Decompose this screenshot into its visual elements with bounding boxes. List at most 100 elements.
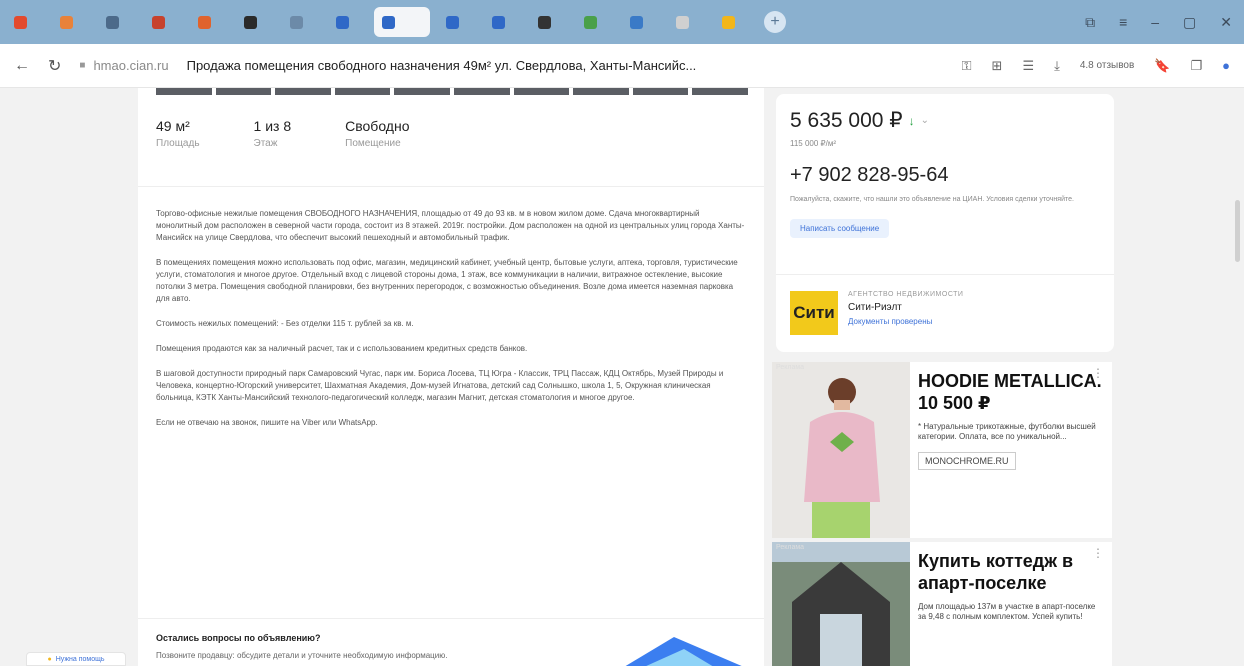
tab[interactable] — [484, 7, 522, 37]
listing-description: Торгово-офисные нежилые помещения СВОБОД… — [156, 208, 746, 442]
tab[interactable] — [438, 7, 476, 37]
profile-icon[interactable]: ● — [1222, 58, 1230, 73]
reader-icon[interactable]: ☰ — [1022, 58, 1034, 74]
tab[interactable] — [236, 7, 274, 37]
tab[interactable] — [282, 7, 320, 37]
tab-favicon-icon — [630, 15, 643, 29]
tab-strip: + ⧉ ≡ – ▢ ✕ — [0, 0, 1244, 44]
spec-area: 49 м² Площадь — [156, 118, 200, 149]
back-arrow-icon[interactable]: ← — [14, 57, 30, 75]
reload-icon[interactable]: ↻ — [48, 56, 61, 76]
menu-icon[interactable]: ≡ — [1119, 14, 1127, 31]
seller-logo: Сити — [790, 291, 838, 335]
questions-illustration — [625, 637, 742, 666]
ad-description: * Натуральные трикотажные, футболки высш… — [918, 422, 1096, 441]
tab[interactable] — [530, 7, 568, 37]
tab[interactable] — [328, 7, 366, 37]
tab[interactable] — [190, 7, 228, 37]
ad-menu-icon[interactable]: ⋮ — [1092, 366, 1104, 380]
price: 5 635 000 ₽ — [790, 109, 903, 132]
key-icon[interactable]: ⚿ — [962, 58, 972, 74]
ad-domain-button[interactable]: MONOCHROME.RU — [918, 452, 1016, 470]
tab-favicon-icon — [336, 15, 349, 29]
ad-description: Дом площадью 137м в участке в апарт-посе… — [918, 602, 1096, 621]
tab-favicon-icon — [538, 15, 551, 29]
photo-strip[interactable] — [156, 88, 748, 95]
minimize-button[interactable]: – — [1151, 14, 1159, 31]
tab[interactable] — [668, 7, 706, 37]
maximize-button[interactable]: ▢ — [1183, 14, 1196, 31]
divider — [138, 186, 764, 187]
tab-favicon-icon — [290, 15, 303, 29]
spec-label: Помещение — [345, 138, 401, 149]
spec-value: 1 из 8 — [253, 118, 292, 134]
ad-label: Реклама — [776, 544, 805, 551]
spec-floor: 1 из 8 Этаж — [254, 118, 292, 149]
download-icon[interactable]: ⤓ — [1054, 58, 1060, 74]
price-per-m2: 115 000 ₽/м² — [790, 139, 837, 148]
ad-banner[interactable]: Реклама HOODIE METALLICA. 10 500 ₽ * Нат… — [772, 362, 1112, 538]
ad-title[interactable]: Купить коттедж в апарт-поселке — [918, 550, 1102, 594]
price-trend-icon[interactable]: ↓ — [909, 114, 915, 128]
close-button[interactable]: ✕ — [1220, 14, 1232, 31]
spec-value: 49 м² — [156, 118, 190, 134]
listing-card: 49 м² Площадь 1 из 8 Этаж Свободно Помещ… — [138, 88, 764, 666]
tab[interactable] — [144, 7, 182, 37]
help-button[interactable]: ● Нужна помощь — [26, 652, 126, 666]
chat-icon: ● — [47, 655, 52, 663]
tab-favicon-icon — [492, 15, 505, 29]
price-card: 5 635 000 ₽ ↓ ⌄ 115 000 ₽/м² +7 902 828-… — [776, 94, 1114, 352]
description-paragraph: В шаговой доступности природный парк Сам… — [156, 369, 724, 402]
seller-verified-badge: Документы проверены — [848, 317, 933, 326]
new-tab-button[interactable]: + — [764, 11, 786, 33]
tab-favicon-icon — [676, 15, 689, 29]
questions-block: Остались вопросы по объявлению? Позвонит… — [138, 618, 764, 666]
spec-label: Этаж — [253, 138, 278, 149]
phone-note: Пожалуйста, скажите, что нашли это объяв… — [790, 196, 1074, 203]
description-paragraph: Помещения продаются как за наличный расч… — [156, 344, 528, 353]
url-domain[interactable]: hmao.cian.ru — [93, 58, 168, 73]
ad-image-hoodie[interactable]: Реклама — [772, 362, 910, 538]
reviews-link[interactable]: 4.8 отзывов — [1080, 60, 1134, 71]
description-paragraph: Торгово-офисные нежилые помещения СВОБОД… — [156, 209, 745, 242]
tab[interactable] — [714, 7, 752, 37]
tab[interactable] — [576, 7, 614, 37]
listing-specs: 49 м² Площадь 1 из 8 Этаж Свободно Помещ… — [156, 118, 464, 149]
ad-image-cottage[interactable]: Реклама — [772, 542, 910, 666]
collections-icon[interactable]: ❐ — [1190, 58, 1202, 74]
description-paragraph: Если не отвечаю на звонок, пишите на Vib… — [156, 418, 378, 427]
ad-label: Реклама — [776, 364, 805, 371]
tab[interactable] — [622, 7, 660, 37]
tab-favicon-icon — [60, 15, 73, 29]
tab[interactable] — [98, 7, 136, 37]
tab-active[interactable] — [374, 7, 430, 37]
tab-favicon-icon — [382, 15, 395, 29]
tab-favicon-icon — [106, 15, 119, 29]
chevron-down-icon[interactable]: ⌄ — [921, 115, 929, 126]
extensions-icon[interactable]: ⧉ — [1085, 14, 1095, 31]
spec-label: Площадь — [156, 138, 200, 149]
tab-list — [6, 7, 760, 37]
seller-type: АГЕНТСТВО НЕДВИЖИМОСТИ — [848, 291, 964, 298]
tab-favicon-icon — [152, 15, 165, 29]
spec-value: Свободно — [345, 118, 410, 134]
tab-favicon-icon — [14, 15, 27, 29]
seller-name[interactable]: Сити-Риэлт — [848, 302, 963, 313]
tab-favicon-icon — [244, 15, 257, 29]
url-page-title[interactable]: Продажа помещения свободного назначения … — [187, 58, 697, 73]
phone-number[interactable]: +7 902 828-95-64 — [790, 164, 1100, 187]
bookmark-icon[interactable]: 🔖 — [1154, 58, 1170, 74]
ad-title[interactable]: HOODIE METALLICA. 10 500 ₽ — [918, 370, 1102, 414]
scrollbar[interactable] — [1235, 200, 1240, 262]
grid-icon[interactable]: ⊞ — [992, 58, 1003, 74]
tab-favicon-icon — [198, 15, 211, 29]
tab[interactable] — [6, 7, 44, 37]
tab-favicon-icon — [584, 15, 597, 29]
send-message-button[interactable]: Написать сообщение — [790, 219, 890, 238]
description-paragraph: Стоимость нежилых помещений: - Без отдел… — [156, 319, 414, 328]
lock-icon[interactable]: ■ — [79, 60, 85, 71]
tab[interactable] — [52, 7, 90, 37]
seller-block[interactable]: Сити АГЕНТСТВО НЕДВИЖИМОСТИ Сити-Риэлт Д… — [776, 274, 1114, 352]
ad-menu-icon[interactable]: ⋮ — [1092, 546, 1104, 560]
ad-banner[interactable]: Реклама Купить коттедж в апарт-поселке Д… — [772, 542, 1112, 666]
